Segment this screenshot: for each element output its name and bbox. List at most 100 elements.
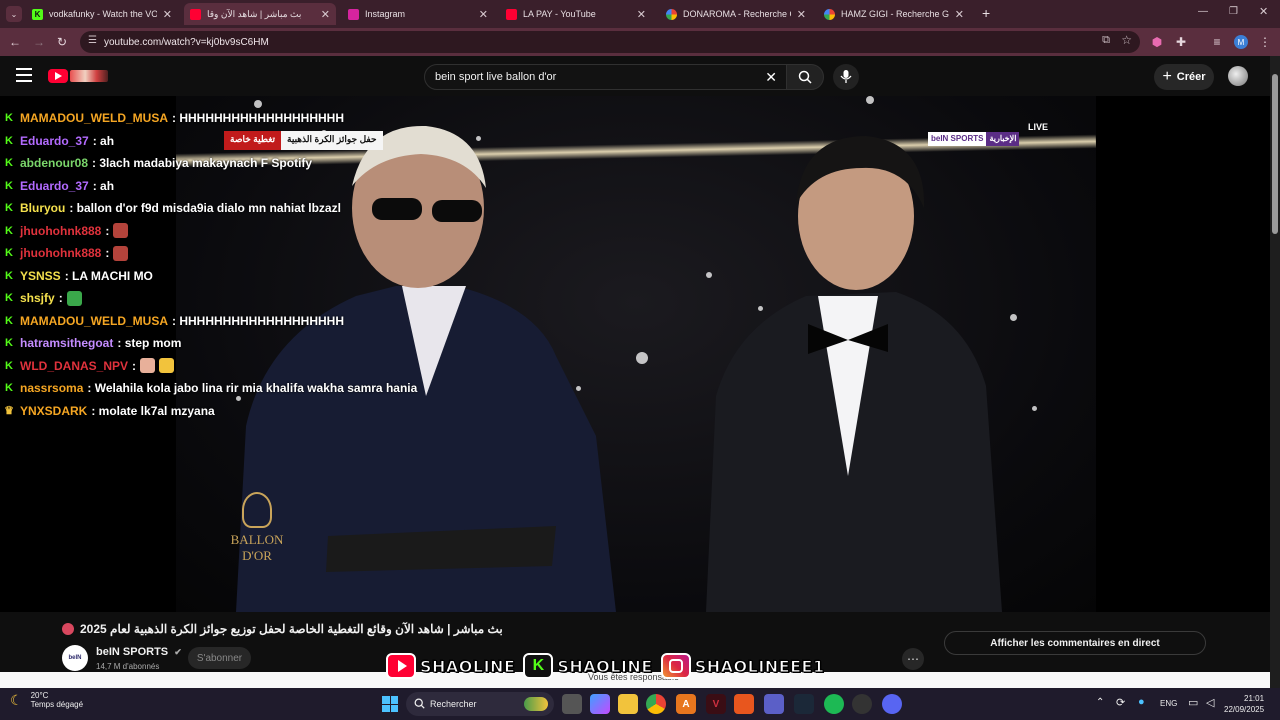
- brave-icon[interactable]: [734, 694, 754, 714]
- extension-shield-icon[interactable]: ⬢: [1148, 33, 1166, 51]
- chat-username[interactable]: WLD_DANAS_NPV: [20, 359, 128, 373]
- forward-icon[interactable]: →: [30, 33, 48, 51]
- taskbar-search-label: Rechercher: [430, 699, 477, 709]
- kick-badge-icon: K: [5, 157, 13, 169]
- kick-badge-icon: K: [5, 269, 13, 282]
- discord-icon[interactable]: [882, 694, 902, 714]
- browser-tab[interactable]: Kvodkafunky - Watch the VOD o ✕: [26, 3, 178, 25]
- chat-username[interactable]: Eduardo_37: [20, 179, 89, 193]
- browser-tab[interactable]: HAMZ GIGI - Recherche Google ✕: [818, 3, 970, 25]
- chat-username[interactable]: jhuohohnk888: [20, 224, 101, 238]
- video-player[interactable]: تغطية خاصة حفل جوائز الكرة الذهبية LIVE …: [0, 96, 1270, 612]
- windows-taskbar: ☾ 20°C Temps dégagé Rechercher A V ⌃ ⟳ ●…: [0, 688, 1280, 720]
- close-tab-icon[interactable]: ✕: [955, 8, 964, 21]
- close-window-icon[interactable]: ✕: [1259, 5, 1268, 18]
- chat-username[interactable]: Bluryou: [20, 201, 65, 215]
- show-live-chat-button[interactable]: Afficher les commentaires en direct: [944, 631, 1206, 655]
- close-tab-icon[interactable]: ✕: [163, 8, 172, 21]
- tab-search-button[interactable]: ⌄: [6, 6, 22, 22]
- close-tab-icon[interactable]: ✕: [797, 8, 806, 21]
- search-button[interactable]: [786, 64, 824, 90]
- app-orange-icon[interactable]: A: [676, 694, 696, 714]
- close-tab-icon[interactable]: ✕: [637, 8, 646, 21]
- browser-tab[interactable]: Instagram ✕: [342, 3, 494, 25]
- new-tab-button[interactable]: +: [982, 5, 990, 21]
- file-explorer-icon[interactable]: [618, 694, 638, 714]
- close-tab-icon[interactable]: ✕: [321, 8, 330, 21]
- chat-username[interactable]: abdenour08: [20, 156, 88, 170]
- chat-text: : HHHHHHHHHHHHHHHHHHH: [172, 111, 344, 125]
- kick-badge-icon: K: [5, 337, 13, 349]
- chat-username[interactable]: YNXSDARK: [20, 404, 87, 418]
- voice-search-button[interactable]: [833, 64, 859, 90]
- task-view-icon[interactable]: [562, 694, 582, 714]
- chat-text: : ah: [92, 178, 115, 193]
- hamburger-menu-icon[interactable]: [16, 68, 32, 82]
- account-avatar[interactable]: [1228, 66, 1248, 86]
- back-icon[interactable]: ←: [6, 33, 24, 51]
- chat-username[interactable]: MAMADOU_WELD_MUSA: [20, 111, 168, 125]
- close-tab-icon[interactable]: ✕: [479, 8, 488, 21]
- install-app-icon[interactable]: ⧉: [1102, 34, 1110, 47]
- chat-username[interactable]: nassrsoma: [20, 381, 83, 395]
- browser-tab[interactable]: LA PAY - YouTube ✕: [500, 3, 652, 25]
- scrollbar-thumb[interactable]: [1272, 74, 1278, 234]
- tab-title: LA PAY - YouTube: [523, 9, 596, 19]
- tab-title: DONAROMA - Recherche Goog: [683, 9, 791, 19]
- browser-tab[interactable]: DONAROMA - Recherche Goog ✕: [660, 3, 812, 25]
- start-button[interactable]: [382, 696, 398, 712]
- copilot-icon[interactable]: [590, 694, 610, 714]
- teams-icon[interactable]: [764, 694, 784, 714]
- page-scrollbar[interactable]: [1270, 56, 1280, 688]
- chat-message: Kshsjfy:: [4, 288, 82, 308]
- chat-emote-icon: [113, 245, 129, 261]
- spotify-icon[interactable]: [824, 694, 844, 714]
- app-dark-red-icon[interactable]: V: [706, 694, 726, 714]
- chat-username[interactable]: hatramsithegoat: [20, 336, 113, 350]
- chat-message: Kjhuohohnk888:: [4, 243, 129, 263]
- bookmark-star-icon[interactable]: ☆: [1121, 33, 1132, 47]
- create-button[interactable]: + Créer: [1154, 64, 1214, 90]
- search-input[interactable]: bein sport live ballon d'or ✕: [424, 64, 788, 90]
- verified-icon: ✔: [174, 647, 182, 657]
- display-icon[interactable]: ▭: [1188, 696, 1198, 709]
- extensions-puzzle-icon[interactable]: ✚: [1172, 33, 1190, 51]
- reload-icon[interactable]: ↻: [53, 33, 71, 51]
- minimize-icon[interactable]: —: [1198, 6, 1208, 17]
- browser-tab[interactable]: بث مباشر | شاهد الآن وقا ✕: [184, 3, 336, 25]
- chat-emote-icon: [159, 358, 175, 373]
- tray-app-icon[interactable]: ⟳: [1116, 696, 1125, 709]
- social-kick-handle: SHAOLINE: [557, 656, 653, 676]
- browser-menu-icon[interactable]: ⋮: [1256, 33, 1274, 51]
- chatgpt-icon[interactable]: [852, 694, 872, 714]
- steam-icon[interactable]: [794, 694, 814, 714]
- youtube-logo[interactable]: [48, 68, 112, 84]
- chat-username[interactable]: shsjfy: [20, 291, 55, 305]
- chat-username[interactable]: MAMADOU_WELD_MUSA: [20, 314, 168, 328]
- chat-username[interactable]: YSNSS: [20, 269, 61, 283]
- chat-username[interactable]: jhuohohnk888: [20, 246, 101, 260]
- system-clock[interactable]: 21:01 22/09/2025: [1224, 693, 1264, 715]
- subscribe-button[interactable]: S'abonner: [188, 647, 251, 669]
- tray-chevron-icon[interactable]: ⌃: [1096, 697, 1104, 708]
- weather-widget[interactable]: ☾ 20°C Temps dégagé: [10, 691, 83, 709]
- chat-username[interactable]: Eduardo_37: [20, 134, 89, 148]
- language-indicator[interactable]: ENG: [1160, 699, 1177, 708]
- profile-avatar[interactable]: M: [1232, 33, 1250, 51]
- chrome-icon[interactable]: [646, 694, 666, 714]
- clear-search-icon[interactable]: ✕: [765, 69, 777, 86]
- channel-name[interactable]: beIN SPORTS ✔: [96, 646, 182, 658]
- restore-icon[interactable]: ❐: [1229, 6, 1238, 17]
- weather-condition: Temps dégagé: [30, 700, 84, 709]
- more-actions-button[interactable]: ⋯: [902, 648, 924, 670]
- chat-text: : ballon d'or f9d misda9ia dialo mn nahi…: [69, 201, 341, 215]
- reading-list-icon[interactable]: ≡: [1208, 33, 1226, 51]
- channel-avatar[interactable]: beIN: [62, 645, 88, 671]
- taskbar-search[interactable]: Rechercher: [406, 692, 554, 716]
- site-info-icon[interactable]: ☰: [88, 35, 97, 46]
- volume-icon[interactable]: ◁: [1206, 696, 1214, 709]
- ballon-line1: BALLON: [230, 532, 284, 547]
- microphone-tray-icon[interactable]: ●: [1138, 696, 1145, 708]
- chat-message: Kjhuohohnk888:: [4, 221, 129, 241]
- address-bar[interactable]: ☰ youtube.com/watch?v=kj0bv9sC6HM ⧉ ☆: [80, 31, 1140, 53]
